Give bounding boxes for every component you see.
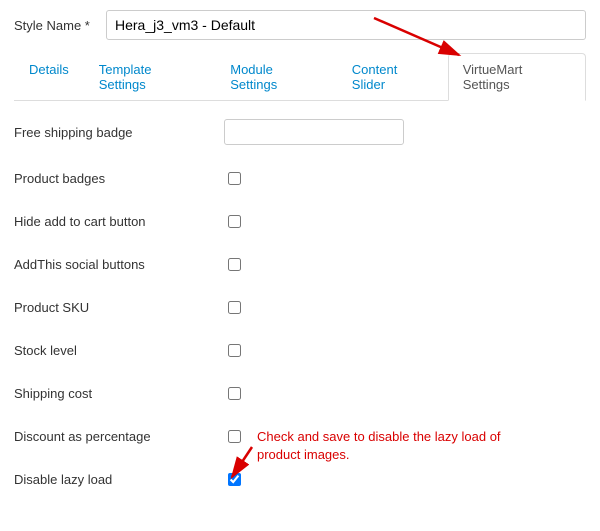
checkbox-discount-percentage[interactable] [228,430,241,443]
tab-details[interactable]: Details [14,53,84,101]
row-shipping-cost: Shipping cost [14,384,586,403]
style-name-row: Style Name * [14,10,586,40]
label-addthis-social: AddThis social buttons [14,257,224,272]
checkbox-hide-add-to-cart[interactable] [228,215,241,228]
style-name-input-wrap [106,10,586,40]
label-product-badges: Product badges [14,171,224,186]
style-name-label: Style Name * [14,18,106,33]
label-discount-percentage: Discount as percentage [14,429,224,444]
tab-content-slider[interactable]: Content Slider [337,53,448,101]
row-free-shipping-badge: Free shipping badge [14,119,586,145]
checkbox-shipping-cost[interactable] [228,387,241,400]
tabs: Details Template Settings Module Setting… [14,52,586,101]
row-hide-add-to-cart: Hide add to cart button [14,212,586,231]
input-free-shipping-badge[interactable] [224,119,404,145]
row-disable-lazy-load: Disable lazy load [14,470,586,489]
checkbox-stock-level[interactable] [228,344,241,357]
row-discount-percentage: Discount as percentage [14,427,586,446]
checkbox-addthis-social[interactable] [228,258,241,271]
tab-virtuemart-settings[interactable]: VirtueMart Settings [448,53,586,101]
tab-module-settings[interactable]: Module Settings [215,53,337,101]
row-addthis-social: AddThis social buttons [14,255,586,274]
tab-template-settings[interactable]: Template Settings [84,53,215,101]
row-product-badges: Product badges [14,169,586,188]
label-free-shipping-badge: Free shipping badge [14,125,224,140]
label-shipping-cost: Shipping cost [14,386,224,401]
checkbox-product-badges[interactable] [228,172,241,185]
checkbox-product-sku[interactable] [228,301,241,314]
label-product-sku: Product SKU [14,300,224,315]
row-product-sku: Product SKU [14,298,586,317]
style-name-input[interactable] [106,10,586,40]
settings-form: Style Name * Details Template Settings M… [14,10,586,489]
row-stock-level: Stock level [14,341,586,360]
label-hide-add-to-cart: Hide add to cart button [14,214,224,229]
checkbox-disable-lazy-load[interactable] [228,473,241,486]
label-disable-lazy-load: Disable lazy load [14,472,224,487]
label-stock-level: Stock level [14,343,224,358]
